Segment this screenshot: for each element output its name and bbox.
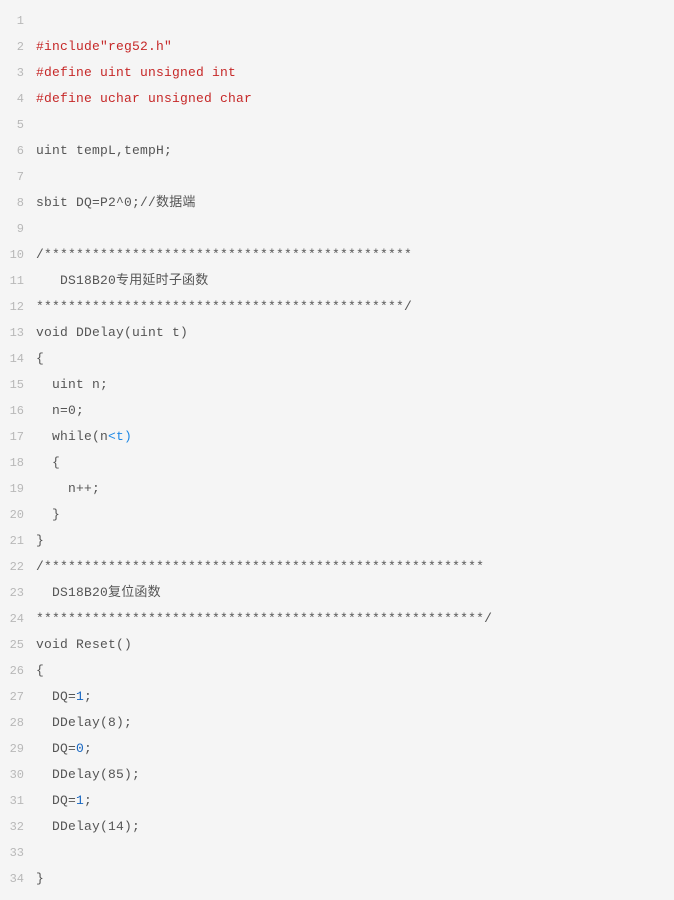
code-content: #include"reg52.h" <box>36 34 172 60</box>
code-content: /***************************************… <box>36 554 484 580</box>
code-line: 3#define uint unsigned int <box>0 60 674 86</box>
line-number: 29 <box>0 736 36 762</box>
code-line: 28 DDelay(8); <box>0 710 674 736</box>
line-number: 30 <box>0 762 36 788</box>
line-number: 31 <box>0 788 36 814</box>
line-number: 24 <box>0 606 36 632</box>
code-content: n++; <box>36 476 100 502</box>
line-number: 25 <box>0 632 36 658</box>
line-number: 33 <box>0 840 36 866</box>
line-number: 20 <box>0 502 36 528</box>
code-block: 12#include"reg52.h"3#define uint unsigne… <box>0 0 674 900</box>
code-content: DS18B20复位函数 <box>36 580 161 606</box>
code-line: 12**************************************… <box>0 294 674 320</box>
line-number: 12 <box>0 294 36 320</box>
code-line: 20 } <box>0 502 674 528</box>
code-content: } <box>36 502 60 528</box>
code-content: #define uchar unsigned char <box>36 86 252 112</box>
code-line: 2#include"reg52.h" <box>0 34 674 60</box>
line-number: 22 <box>0 554 36 580</box>
line-number: 23 <box>0 580 36 606</box>
line-number: 1 <box>0 8 36 34</box>
code-content: n=0; <box>36 398 84 424</box>
code-content: /***************************************… <box>36 242 412 268</box>
code-content: void DDelay(uint t) <box>36 320 188 346</box>
line-number: 15 <box>0 372 36 398</box>
code-line: 9 <box>0 216 674 242</box>
code-content: ****************************************… <box>36 294 412 320</box>
code-line: 14{ <box>0 346 674 372</box>
code-line: 5 <box>0 112 674 138</box>
code-line: 11 DS18B20专用延时子函数 <box>0 268 674 294</box>
code-content: DQ=1; <box>36 684 92 710</box>
code-content: #define uint unsigned int <box>36 60 236 86</box>
code-content: } <box>36 866 44 892</box>
code-content: while(n<t) <box>36 424 132 450</box>
code-content: DDelay(14); <box>36 814 140 840</box>
line-number: 21 <box>0 528 36 554</box>
line-number: 14 <box>0 346 36 372</box>
code-line: 27 DQ=1; <box>0 684 674 710</box>
line-number: 13 <box>0 320 36 346</box>
code-content: DQ=1; <box>36 788 92 814</box>
line-number: 26 <box>0 658 36 684</box>
line-number: 17 <box>0 424 36 450</box>
code-content: { <box>36 346 44 372</box>
code-line: 17 while(n<t) <box>0 424 674 450</box>
line-number: 16 <box>0 398 36 424</box>
code-line: 21} <box>0 528 674 554</box>
line-number: 7 <box>0 164 36 190</box>
line-number: 32 <box>0 814 36 840</box>
code-content: ****************************************… <box>36 606 492 632</box>
line-number: 10 <box>0 242 36 268</box>
line-number: 18 <box>0 450 36 476</box>
line-number: 6 <box>0 138 36 164</box>
code-line: 8sbit DQ=P2^0;//数据端 <box>0 190 674 216</box>
code-line: 31 DQ=1; <box>0 788 674 814</box>
code-content: } <box>36 528 44 554</box>
line-number: 28 <box>0 710 36 736</box>
code-line: 29 DQ=0; <box>0 736 674 762</box>
code-line: 19 n++; <box>0 476 674 502</box>
code-line: 18 { <box>0 450 674 476</box>
code-line: 32 DDelay(14); <box>0 814 674 840</box>
line-number: 2 <box>0 34 36 60</box>
code-line: 23 DS18B20复位函数 <box>0 580 674 606</box>
code-line: 16 n=0; <box>0 398 674 424</box>
code-line: 24**************************************… <box>0 606 674 632</box>
code-line: 6uint tempL,tempH; <box>0 138 674 164</box>
line-number: 5 <box>0 112 36 138</box>
code-content: DDelay(85); <box>36 762 140 788</box>
line-number: 19 <box>0 476 36 502</box>
code-line: 13void DDelay(uint t) <box>0 320 674 346</box>
code-line: 7 <box>0 164 674 190</box>
code-line: 33 <box>0 840 674 866</box>
line-number: 34 <box>0 866 36 892</box>
code-line: 25void Reset() <box>0 632 674 658</box>
line-number: 8 <box>0 190 36 216</box>
code-content: DQ=0; <box>36 736 92 762</box>
code-line: 15 uint n; <box>0 372 674 398</box>
code-content: DS18B20专用延时子函数 <box>36 268 208 294</box>
code-line: 30 DDelay(85); <box>0 762 674 788</box>
code-line: 10/*************************************… <box>0 242 674 268</box>
code-content: uint tempL,tempH; <box>36 138 172 164</box>
line-number: 11 <box>0 268 36 294</box>
code-content: { <box>36 658 44 684</box>
code-line: 34} <box>0 866 674 892</box>
code-line: 4#define uchar unsigned char <box>0 86 674 112</box>
code-content: { <box>36 450 60 476</box>
code-line: 1 <box>0 8 674 34</box>
code-content: sbit DQ=P2^0;//数据端 <box>36 190 196 216</box>
line-number: 4 <box>0 86 36 112</box>
code-content: void Reset() <box>36 632 132 658</box>
line-number: 3 <box>0 60 36 86</box>
code-line: 26{ <box>0 658 674 684</box>
code-content: DDelay(8); <box>36 710 132 736</box>
line-number: 9 <box>0 216 36 242</box>
code-line: 22/*************************************… <box>0 554 674 580</box>
line-number: 27 <box>0 684 36 710</box>
code-content: uint n; <box>36 372 108 398</box>
